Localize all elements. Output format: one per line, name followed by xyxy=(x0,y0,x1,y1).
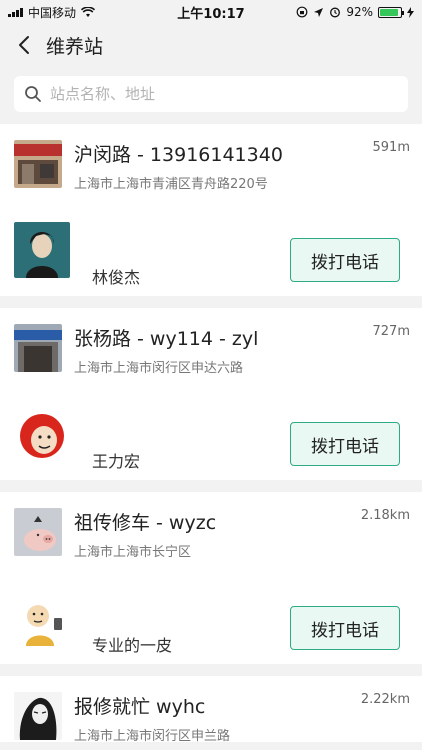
contact-name: 林俊杰 xyxy=(92,268,141,287)
nav-header: 维养站 xyxy=(0,24,422,66)
station-address: 上海市上海市长宁区 xyxy=(74,545,192,560)
station-photo xyxy=(14,508,62,556)
station-name: 祖传修车 - wyzc xyxy=(74,512,217,534)
station-list: 沪闵路 - 13916141340 上海市上海市青浦区青舟路220号 591m … xyxy=(0,124,422,744)
search-input[interactable] xyxy=(50,85,398,103)
alarm-icon xyxy=(330,7,341,18)
avatar xyxy=(14,590,70,646)
status-left: 中国移动 xyxy=(8,4,96,21)
station-card[interactable]: 报修就忙 wyhc 上海市上海市闵行区申兰路 2.22km xyxy=(0,676,422,744)
status-right: 92% xyxy=(296,5,414,19)
call-button[interactable]: 拨打电话 xyxy=(290,606,400,650)
station-address: 上海市上海市闵行区申兰路 xyxy=(74,729,231,744)
station-name: 张杨路 - wy114 - zyl xyxy=(74,328,259,350)
status-bar: 中国移动 上午10:17 92% xyxy=(0,0,422,24)
battery-percent: 92% xyxy=(346,5,373,19)
call-button[interactable]: 拨打电话 xyxy=(290,238,400,282)
station-photo xyxy=(14,692,62,740)
contact-name: 专业的一皮 xyxy=(92,636,173,655)
station-card[interactable]: 张杨路 - wy114 - zyl 上海市上海市闵行区申达六路 727m 王力宏… xyxy=(0,308,422,480)
call-button[interactable]: 拨打电话 xyxy=(290,422,400,466)
avatar xyxy=(14,406,70,462)
signal-icon xyxy=(8,7,23,17)
search-box[interactable] xyxy=(14,76,408,112)
search-bar xyxy=(14,76,408,112)
wifi-icon xyxy=(81,6,96,17)
station-photo xyxy=(14,140,62,188)
station-photo xyxy=(14,324,62,372)
battery-icon xyxy=(378,6,404,18)
back-icon[interactable] xyxy=(12,33,36,57)
orientation-lock-icon xyxy=(296,6,308,18)
station-distance: 591m xyxy=(372,140,410,155)
charging-icon xyxy=(407,6,414,18)
page-title: 维养站 xyxy=(46,35,104,58)
station-card[interactable]: 沪闵路 - 13916141340 上海市上海市青浦区青舟路220号 591m … xyxy=(0,124,422,296)
contact-name: 王力宏 xyxy=(92,452,141,471)
station-name: 报修就忙 wyhc xyxy=(74,696,206,718)
location-icon xyxy=(314,7,324,17)
search-icon xyxy=(25,86,41,102)
avatar xyxy=(14,222,70,278)
station-name: 沪闵路 - 13916141340 xyxy=(74,144,283,166)
station-address: 上海市上海市青浦区青舟路220号 xyxy=(74,177,268,192)
station-distance: 727m xyxy=(372,324,410,339)
carrier-label: 中国移动 xyxy=(28,5,77,20)
station-card[interactable]: 祖传修车 - wyzc 上海市上海市长宁区 2.18km 专业的一皮 拨打电话 xyxy=(0,492,422,664)
station-distance: 2.18km xyxy=(360,508,410,523)
station-distance: 2.22km xyxy=(360,692,410,707)
station-address: 上海市上海市闵行区申达六路 xyxy=(74,361,244,376)
